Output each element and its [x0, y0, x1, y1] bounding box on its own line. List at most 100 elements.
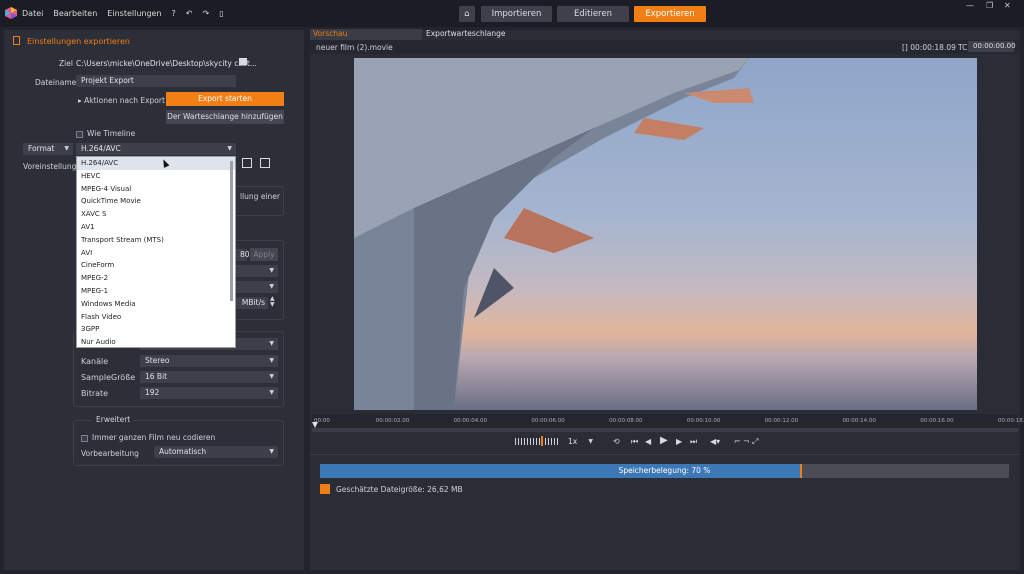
bitrate-unit-field[interactable]: MBit/s [235, 297, 268, 309]
tab-preview[interactable]: Vorschau [310, 29, 422, 40]
format-dropdown-list[interactable]: H.264/AVC HEVC MPEG-4 Visual QuickTime Movi… [76, 156, 236, 348]
wie-timeline-checkbox[interactable]: Wie Timeline [76, 129, 135, 138]
redo-icon[interactable]: ↷ [202, 9, 209, 18]
minimize-button[interactable]: — [966, 1, 974, 10]
edit-icon[interactable] [242, 158, 252, 168]
voreinstellung-label: Voreinstellung [23, 162, 77, 171]
timeline-tick: 00:00:02.00 [375, 418, 410, 424]
airplane-wing-image [354, 58, 754, 410]
chevron-down-icon: ▼ [269, 448, 274, 455]
recode-checkbox[interactable]: Immer ganzen Film neu codieren [81, 433, 215, 442]
format-option[interactable]: AVI [77, 247, 235, 260]
format-option[interactable]: MPEG-4 Visual [77, 183, 235, 196]
menu-einstellungen[interactable]: Einstellungen [107, 9, 161, 18]
partial-select-2[interactable]: ▼ [235, 281, 278, 293]
timecode-input[interactable]: 00:00:00.00 [968, 41, 1016, 52]
format-option[interactable]: QuickTime Movie [77, 195, 235, 208]
tab-edit[interactable]: Editieren [557, 6, 629, 22]
spinner-icon[interactable]: ▲ ▼ [270, 296, 275, 308]
tab-export[interactable]: Exportieren [634, 6, 706, 22]
format-option[interactable]: MPEG-2 [77, 272, 235, 285]
format-option[interactable]: Windows Media [77, 298, 235, 311]
format-select[interactable]: H.264/AVC ▼ [76, 143, 236, 155]
fullscreen-icon[interactable]: ⤢ [752, 437, 758, 447]
mark-in-icon[interactable]: ⌐ [734, 437, 741, 446]
save-icon[interactable] [260, 158, 270, 168]
format-option[interactable]: 3GPP [77, 323, 235, 336]
chevron-down-icon: ▼ [269, 340, 274, 347]
vorbereitung-value: Automatisch [159, 447, 207, 456]
format-option[interactable]: Transport Stream (MTS) [77, 234, 235, 247]
chevron-down-icon: ▼ [588, 438, 593, 445]
format-options: H.264/AVC HEVC MPEG-4 Visual QuickTime Movi… [77, 157, 235, 349]
dropdown-scrollbar[interactable] [230, 161, 233, 301]
timeline-tick: 00:00:04.00 [453, 418, 487, 424]
format-option[interactable]: MPEG-1 [77, 285, 235, 298]
format-option[interactable]: Flash Video [77, 311, 235, 324]
apply-button[interactable]: Apply [250, 248, 278, 261]
folder-icon[interactable] [239, 58, 247, 65]
ziel-label: Ziel [59, 59, 73, 68]
step-back-icon[interactable]: ◀ [645, 437, 651, 446]
file-name: neuer film (2).movie [316, 43, 393, 52]
skip-end-icon[interactable]: ⏭ [690, 437, 697, 447]
speed-select[interactable]: 1x ▼ [563, 436, 597, 448]
chevron-down-icon: ▼ [269, 267, 274, 274]
kanaele-value: Stereo [145, 356, 170, 365]
format-option[interactable]: CineForm [77, 259, 235, 272]
maximize-button[interactable]: ❐ [986, 1, 993, 10]
sample-select[interactable]: 16 Bit ▼ [140, 371, 278, 383]
storage-label: Speicherbelegung: 70 % [618, 466, 711, 475]
format-option[interactable]: Nur Audio [77, 336, 235, 349]
format-option[interactable]: XAVC S [77, 208, 235, 221]
bitrate-label: Bitrate [81, 389, 109, 398]
volume-icon[interactable]: ◀▾ [710, 437, 720, 446]
export-start-button[interactable]: Export starten [166, 92, 284, 106]
play-icon[interactable]: ▶ [660, 435, 668, 446]
aktionen-toggle[interactable]: ▸ Aktionen nach Export [78, 96, 165, 105]
kanaele-select[interactable]: Stereo ▼ [140, 355, 278, 367]
menu-datei[interactable]: Datei [22, 9, 43, 18]
step-forward-icon[interactable]: ▶ [676, 437, 682, 446]
filesize-legend-swatch [320, 484, 330, 494]
storage-bar: Speicherbelegung: 70 % [320, 464, 1009, 478]
format-option[interactable]: H.264/AVC [77, 157, 235, 170]
queue-add-button[interactable]: Der Warteschlange hinzufügen [166, 110, 284, 124]
mark-out-icon[interactable]: ¬ [743, 437, 750, 446]
document-icon[interactable]: ▯ [219, 9, 223, 18]
tab-queue-label: Exportwarteschlange [426, 29, 506, 38]
format-type-select[interactable]: Format ▼ [23, 143, 73, 155]
timeline-tick: 00:00:06.00 [531, 418, 565, 424]
recode-label: Immer ganzen Film neu codieren [92, 433, 216, 442]
format-option[interactable]: HEVC [77, 170, 235, 183]
vorbereitung-label: Vorbearbeitung [81, 449, 139, 458]
jog-marker [541, 436, 543, 446]
home-button[interactable]: ⌂ [459, 6, 475, 22]
loop-icon[interactable]: ⟲ [613, 437, 620, 446]
help-icon[interactable]: ? [172, 9, 176, 18]
format-option[interactable]: AV1 [77, 221, 235, 234]
timeline-track[interactable] [312, 428, 1018, 432]
tab-preview-label: Vorschau [313, 29, 348, 38]
chevron-down-icon: ▼ [269, 357, 274, 364]
checkbox-box [76, 130, 83, 138]
partial-select-1[interactable]: ▼ [235, 265, 278, 277]
timeline-tick: 00:00:14.00 [842, 418, 876, 424]
tab-queue[interactable]: Exportwarteschlange [426, 29, 506, 40]
timeline-tick: 00:00:18.00 [998, 418, 1024, 424]
close-button[interactable]: ✕ [1004, 1, 1011, 10]
jog-wheel[interactable] [515, 438, 560, 445]
dateiname-input[interactable]: Projekt Export [76, 75, 236, 87]
bitrate-select[interactable]: 192 ▼ [140, 387, 278, 399]
chevron-down-icon: ▼ [227, 145, 232, 152]
vorbereitung-select[interactable]: Automatisch ▼ [154, 446, 278, 458]
partial-number-field[interactable]: 80 [235, 249, 250, 261]
undo-icon[interactable]: ↶ [186, 9, 193, 18]
timeline-tick: 00:00:16.00 [920, 418, 954, 424]
ziel-path: C:\Users\micke\OneDrive\Desktop\skycity … [76, 59, 257, 68]
tab-import[interactable]: Importieren [481, 6, 552, 22]
erweitert-label: Erweitert [92, 415, 135, 424]
skip-start-icon[interactable]: ⏮ [631, 437, 638, 447]
advanced-group [73, 420, 284, 466]
menu-bearbeiten[interactable]: Bearbeiten [53, 9, 97, 18]
